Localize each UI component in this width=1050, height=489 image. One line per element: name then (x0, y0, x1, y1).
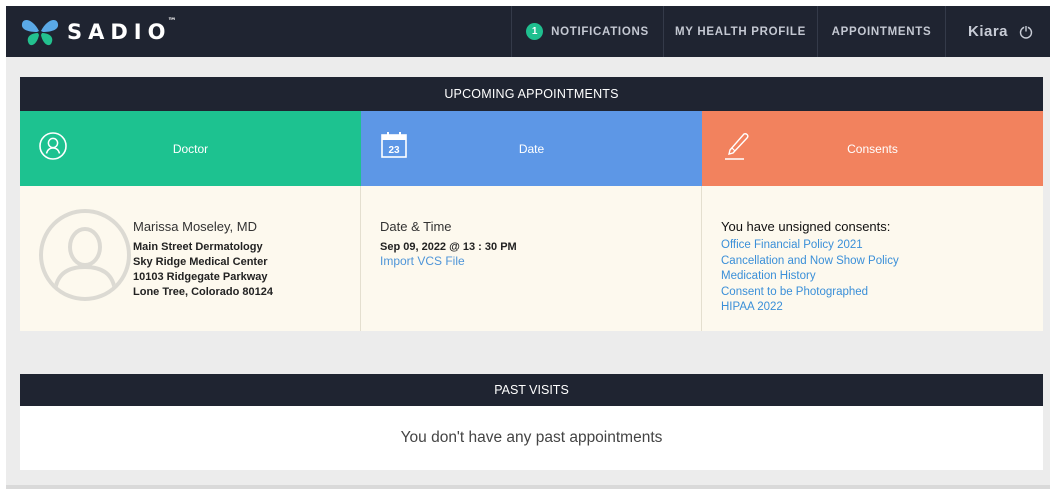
consent-link-financial-policy[interactable]: Office Financial Policy 2021 (721, 238, 899, 254)
app-frame: SADIO™ 1 NOTIFICATIONS MY HEALTH PROFILE… (6, 6, 1050, 489)
consents-info: You have unsigned consents: Office Finan… (721, 219, 899, 316)
doctor-street: 10103 Ridgegate Parkway (133, 271, 268, 283)
avatar (39, 209, 131, 301)
doctor-column-label: Doctor (172, 141, 209, 156)
user-menu[interactable]: Kiara (945, 6, 1050, 57)
calendar-day: 23 (388, 145, 400, 156)
upcoming-appointments-title: UPCOMING APPOINTMENTS (20, 77, 1043, 111)
consents-column-header: Consents (702, 111, 1043, 186)
consents-column-label: Consents (847, 141, 898, 156)
consent-link-photographed[interactable]: Consent to be Photographed (721, 285, 899, 301)
past-visits-empty-message: You don't have any past appointments (20, 406, 1043, 470)
date-time-label: Date & Time (380, 219, 452, 234)
upcoming-appointments-card: UPCOMING APPOINTMENTS Doctor 23 Date Con… (20, 77, 1043, 331)
consent-link-cancellation-policy[interactable]: Cancellation and Now Show Policy (721, 254, 899, 270)
butterfly-logo-icon (21, 19, 59, 45)
date-cell: Date & Time Sep 09, 2022 @ 13 : 30 PM Im… (361, 186, 702, 331)
past-visits-card: PAST VISITS You don't have any past appo… (20, 374, 1043, 470)
doctor-practice: Main Street Dermatology (133, 241, 263, 253)
date-column-label: Date (518, 141, 545, 156)
doctor-facility: Sky Ridge Medical Center (133, 256, 268, 268)
nav-appointments[interactable]: APPOINTMENTS (817, 6, 945, 57)
consent-link-medication-history[interactable]: Medication History (721, 269, 899, 285)
consents-cell: You have unsigned consents: Office Finan… (702, 186, 1043, 331)
doctor-name: Marissa Moseley, MD (133, 219, 258, 234)
top-nav: SADIO™ 1 NOTIFICATIONS MY HEALTH PROFILE… (6, 6, 1050, 57)
power-icon[interactable] (1019, 24, 1033, 39)
pen-icon (725, 133, 749, 160)
nav-notifications[interactable]: 1 NOTIFICATIONS (511, 6, 663, 57)
appointment-row: Marissa Moseley, MD Main Street Dermatol… (20, 186, 1043, 331)
date-info: Date & Time Sep 09, 2022 @ 13 : 30 PM Im… (380, 219, 517, 269)
doctor-cell: Marissa Moseley, MD Main Street Dermatol… (20, 186, 361, 331)
user-name: Kiara (968, 23, 1009, 40)
date-column-header: 23 Date (361, 111, 702, 186)
doctor-city: Lone Tree, Colorado 80124 (133, 286, 273, 298)
brand-name: SADIO™ (67, 16, 177, 44)
unsigned-consents-title: You have unsigned consents: (721, 219, 891, 234)
import-vcs-link[interactable]: Import VCS File (380, 254, 517, 269)
brand-logo[interactable]: SADIO™ (6, 6, 511, 57)
nav-health-profile[interactable]: MY HEALTH PROFILE (663, 6, 817, 57)
nav-notifications-label: NOTIFICATIONS (551, 25, 649, 38)
avatar-placeholder-icon (53, 227, 117, 292)
date-time-value: Sep 09, 2022 @ 13 : 30 PM (380, 241, 517, 253)
calendar-icon: 23 (381, 132, 407, 158)
user-outline-icon (39, 132, 67, 160)
notification-count-badge: 1 (526, 23, 544, 40)
upcoming-columns-header: Doctor 23 Date Consents (20, 111, 1043, 186)
doctor-column-header: Doctor (20, 111, 361, 186)
past-visits-title: PAST VISITS (20, 374, 1043, 406)
consent-link-hipaa[interactable]: HIPAA 2022 (721, 300, 899, 316)
doctor-info: Marissa Moseley, MD Main Street Dermatol… (133, 219, 273, 300)
